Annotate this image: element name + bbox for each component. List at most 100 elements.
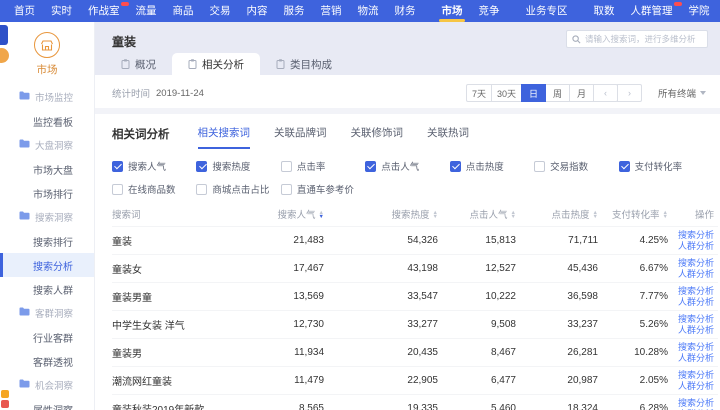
sidebar-module-market[interactable]: 市场: [0, 22, 94, 85]
action-link-人群分析[interactable]: 人群分析: [674, 297, 714, 308]
action-link-搜索分析[interactable]: 搜索分析: [674, 258, 714, 269]
sidebar: 市场 市场监控监控看板大盘洞察市场大盘市场排行搜索洞察搜索排行搜索分析搜索人群客…: [0, 22, 95, 410]
nav-item-竞争[interactable]: 竞争: [471, 0, 508, 22]
range-button-30天[interactable]: 30天: [491, 84, 522, 102]
column-header-搜索人气: 搜索人气▲▼: [234, 207, 330, 221]
action-link-搜索分析[interactable]: 搜索分析: [674, 286, 714, 297]
nav-item-服务[interactable]: 服务: [276, 0, 313, 22]
sidebar-item-行业客群[interactable]: 行业客群: [0, 325, 94, 349]
checkbox-点击率[interactable]: [281, 161, 292, 172]
word-tab-相关搜索词[interactable]: 相关搜索词: [198, 125, 251, 149]
nav-item-物流[interactable]: 物流: [350, 0, 387, 22]
sort-icon-支付转化率[interactable]: ▲▼: [663, 211, 668, 219]
word-tab-关联品牌词[interactable]: 关联品牌词: [274, 125, 327, 149]
action-link-搜索分析[interactable]: 搜索分析: [674, 370, 714, 381]
nav-item-首页[interactable]: 首页: [6, 0, 43, 22]
nav-item-内容[interactable]: 内容: [239, 0, 276, 22]
tab-概况[interactable]: 概况: [105, 53, 172, 75]
checkbox-在线商品数[interactable]: [112, 184, 123, 195]
nav-item-财务[interactable]: 财务: [387, 0, 424, 22]
action-link-搜索分析[interactable]: 搜索分析: [674, 398, 714, 409]
metric-支付转化率[interactable]: 支付转化率: [619, 159, 703, 173]
keyword-search-box[interactable]: [566, 30, 708, 48]
range-button-日[interactable]: 日: [521, 84, 546, 102]
search-input[interactable]: [585, 34, 702, 44]
sort-icon-点击人气[interactable]: ▲▼: [511, 211, 516, 219]
word-tab-关联热词[interactable]: 关联热词: [427, 125, 469, 149]
sidebar-item-客群透视[interactable]: 客群透视: [0, 349, 94, 373]
action-link-人群分析[interactable]: 人群分析: [674, 353, 714, 364]
sidebar-menu: 市场监控监控看板大盘洞察市场大盘市场排行搜索洞察搜索排行搜索分析搜索人群客群洞察…: [0, 85, 94, 410]
nav-item-营销[interactable]: 营销: [313, 0, 350, 22]
metric-点击率[interactable]: 点击率: [281, 159, 365, 173]
date-range-group: 7天30天日周月‹›: [466, 84, 642, 102]
tab-相关分析[interactable]: 相关分析: [172, 53, 260, 75]
nav-item-市场[interactable]: 市场: [434, 0, 471, 22]
nav-item-商品[interactable]: 商品: [165, 0, 202, 22]
taskbar-icon-orange[interactable]: [1, 390, 9, 398]
sidebar-item-搜索人群[interactable]: 搜索人群: [0, 277, 94, 301]
range-button-周[interactable]: 周: [545, 84, 570, 102]
metric-点击人气[interactable]: 点击人气: [365, 159, 449, 173]
action-link-搜索分析[interactable]: 搜索分析: [674, 342, 714, 353]
nav-item-取数[interactable]: 取数: [586, 0, 623, 22]
sidebar-item-监控看板[interactable]: 监控看板: [0, 109, 94, 133]
folder-icon: [19, 211, 30, 223]
range-button-7天[interactable]: 7天: [466, 84, 492, 102]
sort-icon-搜索热度[interactable]: ▲▼: [433, 211, 438, 219]
action-link-人群分析[interactable]: 人群分析: [674, 241, 714, 252]
checkbox-搜索热度[interactable]: [196, 161, 207, 172]
tab-label: 概况: [135, 57, 156, 72]
sort-icon-搜索人气[interactable]: ▲▼: [319, 211, 324, 219]
sidebar-item-搜索排行[interactable]: 搜索排行: [0, 229, 94, 253]
checkbox-直通车参考价[interactable]: [281, 184, 292, 195]
sidebar-item-市场大盘[interactable]: 市场大盘: [0, 157, 94, 181]
sidebar-item-搜索分析[interactable]: 搜索分析: [0, 253, 94, 277]
checkbox-交易指数[interactable]: [534, 161, 545, 172]
sort-desc-caret: ▼: [511, 215, 516, 219]
metric-交易指数[interactable]: 交易指数: [534, 159, 618, 173]
checkbox-商城点击占比[interactable]: [196, 184, 207, 195]
action-link-人群分析[interactable]: 人群分析: [674, 325, 714, 336]
checkbox-支付转化率[interactable]: [619, 161, 630, 172]
metric-直通车参考价[interactable]: 直通车参考价: [281, 182, 365, 196]
metric-商城点击占比[interactable]: 商城点击占比: [196, 182, 280, 196]
action-link-人群分析[interactable]: 人群分析: [674, 269, 714, 280]
next-date-button[interactable]: ›: [617, 84, 642, 102]
report-pin-icon: [276, 59, 285, 69]
nav-item-业务专区[interactable]: 业务专区: [518, 0, 576, 22]
checkbox-点击人气[interactable]: [365, 161, 376, 172]
nav-item-实时[interactable]: 实时: [43, 0, 80, 22]
nav-item-作战室[interactable]: 作战室: [80, 0, 128, 22]
row-actions: 搜索分析人群分析: [674, 286, 714, 308]
taskbar-icon-red[interactable]: [1, 400, 9, 408]
range-button-月[interactable]: 月: [569, 84, 594, 102]
table-row: 童装21,48354,32615,81371,7114.25%搜索分析人群分析: [112, 226, 718, 254]
metric-value-cell: 6.67%: [604, 263, 674, 274]
prev-date-button[interactable]: ‹: [593, 84, 618, 102]
metric-value-cell: 12,730: [234, 319, 330, 330]
metric-点击热度[interactable]: 点击热度: [450, 159, 534, 173]
nav-item-人群管理[interactable]: 人群管理: [623, 0, 681, 22]
action-link-人群分析[interactable]: 人群分析: [674, 381, 714, 392]
sidebar-module-label: 市场: [37, 62, 58, 77]
checkbox-搜索人气[interactable]: [112, 161, 123, 172]
sidebar-group-label: 市场监控: [35, 90, 73, 104]
tab-类目构成[interactable]: 类目构成: [260, 53, 348, 75]
metric-搜索人气[interactable]: 搜索人气: [112, 159, 196, 173]
sidebar-item-属性洞察[interactable]: 属性洞察: [0, 397, 94, 410]
nav-item-流量[interactable]: 流量: [128, 0, 165, 22]
terminal-filter-dropdown[interactable]: 所有终端: [658, 86, 706, 100]
sidebar-item-市场排行[interactable]: 市场排行: [0, 181, 94, 205]
action-link-搜索分析[interactable]: 搜索分析: [674, 230, 714, 241]
word-tab-关联修饰词[interactable]: 关联修饰词: [351, 125, 404, 149]
checkbox-点击热度[interactable]: [450, 161, 461, 172]
metric-搜索热度[interactable]: 搜索热度: [196, 159, 280, 173]
sort-icon-点击热度[interactable]: ▲▼: [593, 211, 598, 219]
action-link-搜索分析[interactable]: 搜索分析: [674, 314, 714, 325]
nav-item-交易[interactable]: 交易: [202, 0, 239, 22]
nav-item-学院[interactable]: 学院: [681, 0, 718, 22]
metric-value-cell: 18,324: [522, 403, 604, 410]
metric-value-cell: 33,237: [522, 319, 604, 330]
metric-在线商品数[interactable]: 在线商品数: [112, 182, 196, 196]
